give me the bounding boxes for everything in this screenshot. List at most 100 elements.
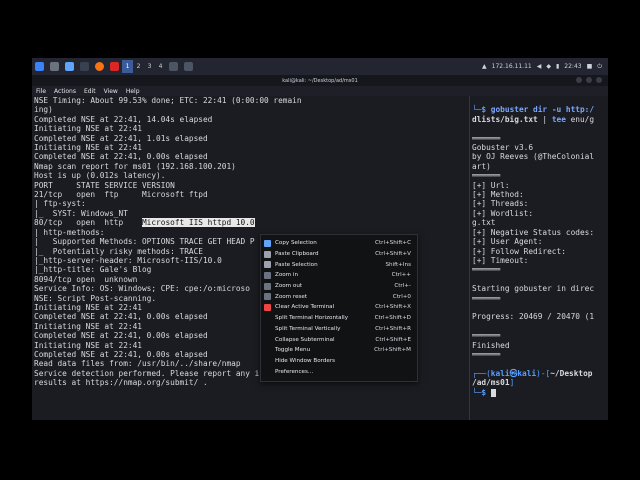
- menu-edit[interactable]: Edit: [80, 88, 100, 95]
- prompt-input-line[interactable]: └─$: [472, 388, 606, 397]
- desktop-screen: 1 2 3 4 ▲ 172.16.11.11 ◀ ◆ ▮ 22:43 ■ ⏻ k…: [32, 58, 608, 420]
- param-line: [+] Method:: [472, 190, 524, 200]
- terminal-line: Completed NSE at 22:41, 1.01s elapsed: [34, 133, 208, 143]
- context-menu-item[interactable]: Preferences...: [261, 366, 417, 377]
- copy-icon: [264, 239, 271, 247]
- context-menu-shortcut: Shift+Ins: [385, 261, 411, 268]
- blank-icon: [264, 368, 271, 375]
- clear-icon: [264, 303, 271, 311]
- power-icon[interactable]: ⏻: [597, 63, 602, 71]
- context-menu-label: Paste Clipboard: [275, 251, 319, 258]
- minimize-button[interactable]: [576, 77, 582, 83]
- paste-icon: [264, 250, 271, 258]
- menu-actions[interactable]: Actions: [50, 88, 80, 95]
- param-line: [+] Negative Status codes:: [472, 227, 595, 237]
- context-menu-shortcut: Ctrl++: [391, 272, 411, 279]
- terminal-line: Host is up (0.012s latency).: [34, 171, 166, 181]
- context-menu-label: Collapse Subterminal: [275, 336, 335, 343]
- context-menu-item[interactable]: Copy Selection Ctrl+Shift+C: [261, 238, 417, 249]
- context-menu-item[interactable]: Paste Clipboard Ctrl+Shift+V: [261, 249, 417, 260]
- task-terminal-icon[interactable]: [166, 58, 181, 75]
- context-menu-item[interactable]: Clear Active Terminal Ctrl+Shift+X: [261, 302, 417, 313]
- kali-menu-icon[interactable]: [32, 58, 47, 75]
- pane-divider[interactable]: [469, 96, 470, 420]
- context-menu-item[interactable]: Zoom out Ctrl+-: [261, 281, 417, 292]
- param-line: [+] User Agent:: [472, 237, 543, 247]
- context-menu-shortcut: Ctrl+0: [392, 293, 411, 300]
- separator: ══════: [472, 171, 501, 181]
- workspace-2[interactable]: 2: [133, 60, 144, 73]
- blank-icon: [264, 347, 271, 354]
- network-icon[interactable]: ▲: [482, 63, 487, 70]
- battery-icon[interactable]: ▮: [556, 63, 559, 70]
- banner-line: art): [472, 161, 491, 171]
- terminal-launcher-icon[interactable]: [77, 58, 92, 75]
- blank-icon: [264, 336, 271, 343]
- highlighted-selection[interactable]: Microsoft IIS httpd 10.0: [141, 218, 255, 228]
- folder-icon[interactable]: [62, 58, 77, 75]
- finished-line: Finished: [472, 340, 510, 350]
- context-menu-item[interactable]: Zoom in Ctrl++: [261, 270, 417, 281]
- terminal-line-prefix: 80/tcp open http: [34, 218, 142, 228]
- terminal-line: 21/tcp open ftp Microsoft ftpd: [34, 190, 208, 200]
- menu-file[interactable]: File: [32, 88, 50, 95]
- context-menu-label: Zoom out: [275, 283, 303, 290]
- terminal-line: |_ SYST: Windows_NT: [34, 208, 128, 218]
- prompt-path-line: /ad/ms01]: [472, 378, 515, 388]
- terminal-line: Initiating NSE at 22:41: [34, 143, 142, 153]
- close-button[interactable]: [596, 77, 602, 83]
- workspace-1[interactable]: 1: [122, 60, 133, 73]
- starting-line: Starting gobuster in direc: [472, 284, 595, 294]
- context-menu-item[interactable]: Split Terminal Vertically Ctrl+Shift+R: [261, 324, 417, 335]
- blank-icon: [264, 315, 271, 322]
- workspace-3[interactable]: 3: [144, 60, 155, 73]
- terminal-line: Nmap scan report for ms01 (192.168.100.2…: [34, 161, 236, 171]
- context-menu-item[interactable]: Paste Selection Shift+Ins: [261, 259, 417, 270]
- window-titlebar[interactable]: kali@kali: ~/Desktop/ad/ms01: [32, 75, 608, 86]
- context-menu-label: Split Terminal Vertically: [275, 325, 341, 332]
- firefox-icon[interactable]: [92, 58, 107, 75]
- prompt-frame-line: └─$ gobuster dir -u http:/: [472, 105, 595, 115]
- terminal-line: ing): [34, 105, 53, 115]
- param-line: g.txt: [472, 218, 496, 228]
- context-menu-shortcut: Ctrl+-: [394, 283, 411, 290]
- blank-icon: [264, 325, 271, 332]
- taskbar: 1 2 3 4 ▲ 172.16.11.11 ◀ ◆ ▮ 22:43 ■ ⏻: [32, 58, 608, 75]
- lock-icon[interactable]: ■: [587, 63, 593, 70]
- menu-view[interactable]: View: [100, 88, 122, 95]
- context-menu-shortcut: Ctrl+Shift+X: [375, 304, 411, 311]
- settings-icon[interactable]: [107, 58, 122, 75]
- banner-line: by OJ Reeves (@TheColonial: [472, 152, 595, 162]
- context-menu-item[interactable]: Hide Window Borders: [261, 356, 417, 367]
- files-icon[interactable]: [47, 58, 62, 75]
- separator: ══════: [472, 265, 501, 275]
- context-menu-label: Split Terminal Horizontally: [275, 315, 349, 322]
- context-menu-label: Zoom in: [275, 272, 299, 279]
- context-menu-item[interactable]: Zoom reset Ctrl+0: [261, 291, 417, 302]
- terminal-line: | ftp-syst:: [34, 199, 86, 209]
- terminal-right-pane[interactable]: └─$ gobuster dir -u http:/dlists/big.txt…: [472, 96, 606, 420]
- context-menu-item[interactable]: Split Terminal Horizontally Ctrl+Shift+D: [261, 313, 417, 324]
- notification-icon[interactable]: ◆: [546, 63, 551, 70]
- terminal-line: Initiating NSE at 22:41: [34, 124, 142, 134]
- param-line: [+] Url:: [472, 180, 510, 190]
- menu-help[interactable]: Help: [122, 88, 144, 95]
- volume-icon[interactable]: ◀: [537, 63, 542, 70]
- zoom-in-icon: [264, 271, 271, 279]
- context-menu-item[interactable]: Collapse Subterminal Ctrl+Shift+E: [261, 334, 417, 345]
- clock[interactable]: 22:43: [564, 63, 581, 70]
- maximize-button[interactable]: [586, 77, 592, 83]
- task-window-icon[interactable]: [181, 58, 196, 75]
- context-menu-shortcut: Ctrl+Shift+V: [375, 251, 411, 258]
- terminal-line: 80/tcp open http Microsoft IIS httpd 10.…: [34, 218, 466, 228]
- gobuster-command: gobuster dir -u http:/: [490, 105, 595, 115]
- context-menu-shortcut: Ctrl+Shift+C: [375, 240, 411, 247]
- context-menu: Copy Selection Ctrl+Shift+C Paste Clipboar…: [260, 234, 418, 382]
- param-line: [+] Threads:: [472, 199, 529, 209]
- separator: ══════: [472, 349, 501, 359]
- workspace-4[interactable]: 4: [155, 60, 166, 73]
- context-menu-label: Copy Selection: [275, 240, 317, 247]
- context-menu-label: Paste Selection: [275, 261, 318, 268]
- context-menu-item[interactable]: Toggle Menu Ctrl+Shift+M: [261, 345, 417, 356]
- window-title: kali@kali: ~/Desktop/ad/ms01: [282, 77, 358, 84]
